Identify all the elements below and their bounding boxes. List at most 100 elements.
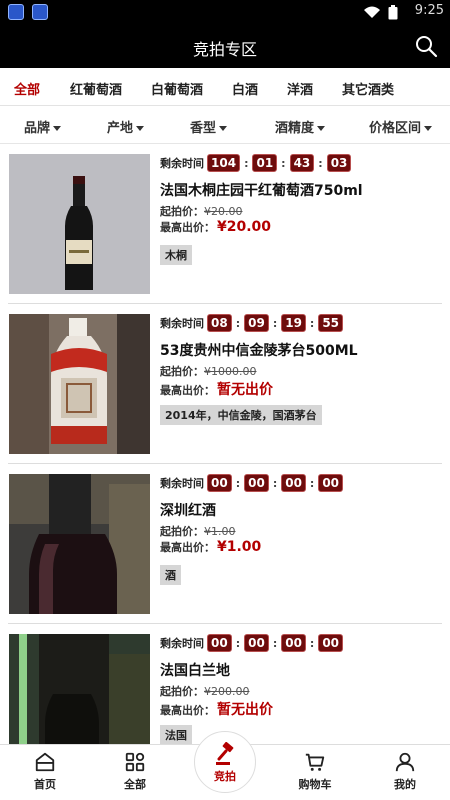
countdown-timer: 剩余时间 104:01:43:03 (160, 154, 352, 172)
filter-alcohol[interactable]: 酒精度 (275, 117, 326, 136)
countdown-hours: 09 (244, 314, 269, 332)
status-bar: 9:25 (0, 0, 450, 24)
countdown-seconds: 55 (318, 314, 344, 332)
start-price: 起拍价：¥200.00 (160, 683, 250, 699)
countdown-label: 剩余时间 (160, 637, 204, 650)
highest-bid-label: 最高出价： (160, 704, 215, 717)
countdown-separator: : (309, 316, 315, 330)
product-tag: 法国 (160, 725, 192, 744)
countdown-separator: : (309, 476, 315, 490)
highest-bid-label: 最高出价： (160, 221, 215, 234)
tab-auction[interactable]: 竞拍 (194, 731, 256, 793)
filter-label: 品牌 (24, 121, 51, 136)
product-name[interactable]: 53度贵州中信金陵茅台500ML (160, 340, 358, 360)
category-tab-all[interactable]: 全部 (14, 79, 40, 98)
caret-down-icon (424, 126, 433, 131)
cart-icon (305, 753, 325, 771)
filter-price-range[interactable]: 价格区间 (369, 117, 433, 136)
start-price-value: ¥20.00 (204, 205, 243, 218)
auction-item[interactable]: 剩余时间 08:09:19:55 53度贵州中信金陵茅台500ML 起拍价：¥10… (0, 304, 450, 464)
filter-origin[interactable]: 产地 (107, 117, 145, 136)
product-image (9, 474, 150, 614)
home-icon (35, 752, 55, 772)
countdown-separator: : (272, 316, 278, 330)
highest-bid-value: 暂无出价 (217, 702, 273, 718)
countdown-days: 00 (207, 634, 232, 652)
auction-item[interactable]: 剩余时间 00:00:00:00 深圳红酒 起拍价：¥1.00 最高出价： ¥1.0… (0, 464, 450, 624)
tab-label: 首页 (34, 778, 56, 791)
tab-label: 我的 (394, 778, 416, 791)
category-tab-baijiu[interactable]: 白酒 (232, 79, 258, 98)
countdown-separator: : (272, 476, 278, 490)
countdown-minutes: 00 (281, 474, 306, 492)
start-price-value: ¥1.00 (204, 525, 236, 538)
countdown-separator: : (272, 636, 278, 650)
filter-brand[interactable]: 品牌 (24, 117, 62, 136)
category-tab-foreign-liquor[interactable]: 洋酒 (287, 79, 313, 98)
category-tabs: 全部 红葡萄酒 白葡萄酒 白酒 洋酒 其它酒类 (0, 68, 450, 106)
search-icon[interactable] (414, 34, 438, 58)
app-bar: 竞拍专区 (0, 24, 450, 68)
highest-bid-value: 暂无出价 (217, 382, 273, 398)
filter-label: 价格区间 (369, 121, 422, 136)
highest-bid-label: 最高出价： (160, 541, 215, 554)
wifi-icon (364, 6, 381, 18)
countdown-separator: : (235, 636, 241, 650)
countdown-label: 剩余时间 (160, 157, 204, 170)
start-price: 起拍价：¥20.00 (160, 203, 243, 219)
notification-app-icon (32, 4, 48, 20)
auction-item[interactable]: 剩余时间 104:01:43:03 法国木桐庄园干红葡萄酒750ml 起拍价：¥2… (0, 144, 450, 304)
countdown-days: 104 (207, 154, 241, 172)
tab-label: 竞拍 (214, 770, 236, 783)
start-price-label: 起拍价： (160, 365, 204, 378)
filter-aroma[interactable]: 香型 (190, 117, 228, 136)
tab-mine[interactable]: 我的 (360, 751, 450, 792)
tab-all[interactable]: 全部 (90, 751, 180, 792)
countdown-timer: 剩余时间 00:00:00:00 (160, 634, 344, 652)
countdown-timer: 剩余时间 08:09:19:55 (160, 314, 344, 332)
countdown-days: 08 (207, 314, 232, 332)
auction-list: 剩余时间 104:01:43:03 法国木桐庄园干红葡萄酒750ml 起拍价：¥2… (0, 144, 450, 744)
start-price: 起拍价：¥1.00 (160, 523, 236, 539)
countdown-separator: : (235, 316, 241, 330)
caret-down-icon (219, 126, 228, 131)
status-time: 9:25 (414, 3, 444, 18)
start-price-value: ¥200.00 (204, 685, 250, 698)
product-name[interactable]: 法国木桐庄园干红葡萄酒750ml (160, 180, 363, 200)
category-tab-red-wine[interactable]: 红葡萄酒 (70, 79, 122, 98)
countdown-minutes: 00 (281, 634, 306, 652)
highest-bid: 最高出价： 暂无出价 (160, 379, 273, 399)
start-price: 起拍价：¥1000.00 (160, 363, 257, 379)
countdown-timer: 剩余时间 00:00:00:00 (160, 474, 344, 492)
countdown-minutes: 43 (289, 154, 315, 172)
countdown-hours: 01 (252, 154, 278, 172)
gavel-icon (216, 742, 234, 765)
tab-home[interactable]: 首页 (0, 751, 90, 792)
product-image (9, 154, 150, 294)
highest-bid-label: 最高出价： (160, 384, 215, 397)
highest-bid: 最高出价： ¥20.00 (160, 219, 271, 235)
tab-cart[interactable]: 购物车 (270, 751, 360, 792)
product-name[interactable]: 深圳红酒 (160, 500, 216, 520)
caret-down-icon (317, 126, 326, 131)
countdown-seconds: 03 (326, 154, 352, 172)
caret-down-icon (53, 126, 62, 131)
highest-bid: 最高出价： ¥1.00 (160, 539, 261, 555)
user-icon (395, 752, 415, 772)
auction-item[interactable]: 剩余时间 00:00:00:00 法国白兰地 起拍价：¥200.00 最高出价：暂… (0, 624, 450, 744)
countdown-separator: : (318, 156, 323, 170)
product-tag: 2014年，中信金陵，国酒茅台 (160, 405, 322, 425)
start-price-value: ¥1000.00 (204, 365, 257, 378)
product-name[interactable]: 法国白兰地 (160, 660, 230, 680)
countdown-minutes: 19 (281, 314, 306, 332)
highest-bid-value: ¥20.00 (217, 219, 272, 235)
category-tab-other[interactable]: 其它酒类 (342, 79, 394, 98)
filter-label: 香型 (190, 121, 217, 136)
filter-label: 酒精度 (275, 121, 315, 136)
status-icons (363, 5, 398, 20)
start-price-label: 起拍价： (160, 525, 204, 538)
countdown-seconds: 00 (318, 634, 344, 652)
grid-icon (125, 752, 145, 772)
category-tab-white-wine[interactable]: 白葡萄酒 (151, 79, 203, 98)
product-tag: 木桐 (160, 245, 192, 265)
